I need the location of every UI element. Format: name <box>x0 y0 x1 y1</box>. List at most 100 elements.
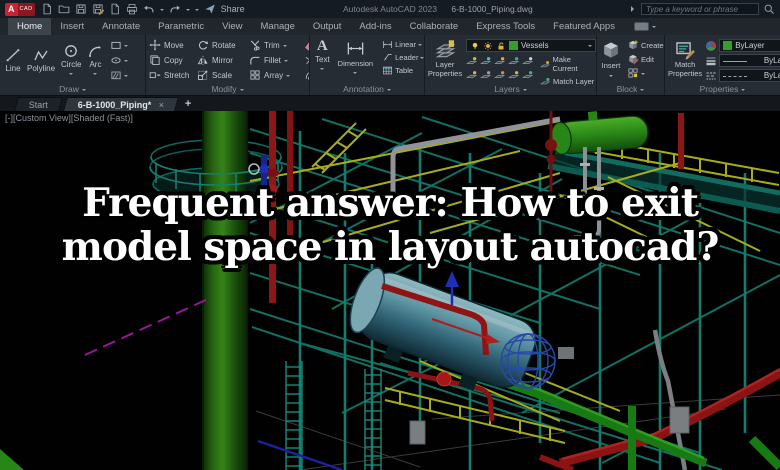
app-logo-sub: CAD <box>17 2 35 16</box>
copy-tool[interactable]: Copy <box>149 54 197 66</box>
linetype-sample <box>723 75 748 77</box>
layer-properties-button[interactable]: Layer Properties <box>428 39 462 78</box>
print-icon[interactable] <box>126 3 138 15</box>
linetype-control[interactable]: ByLayer <box>705 69 780 82</box>
create-block-button[interactable]: Create <box>627 39 664 51</box>
search-expand-caret[interactable] <box>631 6 637 12</box>
save-as-icon[interactable] <box>92 3 104 15</box>
annotation-panel-label[interactable]: Annotation <box>310 84 424 94</box>
properties-panel-label[interactable]: Properties <box>665 84 780 94</box>
tab-manage[interactable]: Manage <box>252 18 304 35</box>
modify-panel-label[interactable]: Modify <box>146 84 309 94</box>
fillet-tool[interactable]: Fillet <box>249 54 301 66</box>
line-tool[interactable]: Line <box>3 47 23 73</box>
layer-tool-icon[interactable] <box>466 55 478 67</box>
layer-tool-icon[interactable] <box>480 69 492 81</box>
help-search <box>631 3 775 15</box>
app-logo[interactable]: A CAD <box>5 2 35 16</box>
block-panel-label[interactable]: Block <box>597 84 664 94</box>
layer-tool-icon[interactable] <box>494 55 506 67</box>
tab-featured-apps[interactable]: Featured Apps <box>544 18 624 35</box>
undo-dropdown-caret[interactable] <box>159 8 164 13</box>
table-tool[interactable]: Table <box>382 65 424 76</box>
search-input[interactable] <box>641 3 759 15</box>
polyline-tool[interactable]: Polyline <box>25 47 57 73</box>
open-file-icon[interactable] <box>58 3 70 15</box>
edit-block-button[interactable]: Edit <box>627 53 664 65</box>
drawing-viewport[interactable] <box>0 111 780 470</box>
layer-tools-grid <box>466 55 535 81</box>
qat-customize-caret[interactable] <box>194 8 199 13</box>
ribbon-options-button[interactable] <box>633 18 656 35</box>
search-icon[interactable] <box>763 3 775 15</box>
stretch-tool[interactable]: Stretch <box>149 69 197 81</box>
file-tab-bar: Start 6-B-1000_Piping* × + <box>0 96 780 111</box>
scale-tool[interactable]: Scale <box>197 69 249 81</box>
layer-tool-icon[interactable] <box>508 55 520 67</box>
tab-home[interactable]: Home <box>8 18 52 35</box>
lineweight-control[interactable]: ByLayer <box>705 54 780 67</box>
file-tab-start[interactable]: Start <box>13 97 64 111</box>
drawing-area: [-][Custom View][Shaded (Fast)] Frequent… <box>0 111 780 470</box>
object-color-control[interactable]: ByLayer <box>705 39 780 52</box>
layer-unlock-icon <box>496 41 506 51</box>
file-tab-active-document[interactable]: 6-B-1000_Piping* × <box>63 97 179 111</box>
panel-layers: Layer Properties Vessels Make Current Ma… <box>425 35 597 95</box>
headline-overlay: Frequent answer: How to exit model space… <box>0 181 780 269</box>
circle-tool[interactable]: Circle <box>59 43 83 77</box>
layer-tool-icon[interactable] <box>466 69 478 81</box>
tab-insert[interactable]: Insert <box>51 18 93 35</box>
rectangle-tool[interactable] <box>110 39 129 51</box>
trim-tool[interactable]: Trim <box>249 39 301 51</box>
plot-icon[interactable] <box>109 3 121 15</box>
viewport-controls[interactable]: [-][Custom View][Shaded (Fast)] <box>5 113 133 123</box>
hatch-tool[interactable] <box>110 69 129 81</box>
text-tool[interactable]: A Text <box>313 39 332 72</box>
ribbon-options-icon <box>633 22 649 31</box>
mirror-tool[interactable]: Mirror <box>197 54 249 66</box>
match-properties-button[interactable]: Match Properties <box>668 39 702 78</box>
tab-collaborate[interactable]: Collaborate <box>401 18 468 35</box>
leader-tool[interactable]: Leader <box>382 52 424 63</box>
tab-express-tools[interactable]: Express Tools <box>467 18 544 35</box>
layer-tool-icon[interactable] <box>494 69 506 81</box>
layer-color-swatch <box>509 41 518 50</box>
layer-dropdown[interactable]: Vessels <box>466 39 596 52</box>
array-tool[interactable]: Array <box>249 69 301 81</box>
share-label[interactable]: Share <box>221 4 245 14</box>
save-icon[interactable] <box>75 3 87 15</box>
layer-tool-icon[interactable] <box>508 69 520 81</box>
close-tab-icon[interactable]: × <box>158 100 163 110</box>
layer-tool-icon[interactable] <box>522 69 534 81</box>
linear-dimension-tool[interactable]: Linear <box>382 39 424 50</box>
undo-icon[interactable] <box>143 3 155 15</box>
tab-view[interactable]: View <box>213 18 251 35</box>
headline-line2: model space in layout autocad? <box>61 224 720 271</box>
layers-panel-label[interactable]: Layers <box>425 84 596 94</box>
quick-access-toolbar: Share <box>41 3 245 15</box>
tab-output[interactable]: Output <box>304 18 351 35</box>
new-tab-button[interactable]: + <box>185 98 191 110</box>
window-title: Autodesk AutoCAD 2023 6-B-1000_Piping.dw… <box>251 4 625 14</box>
layer-tool-icon[interactable] <box>480 55 492 67</box>
panel-annotation: A Text Dimension Linear Leader Table Anno… <box>310 35 425 95</box>
tab-parametric[interactable]: Parametric <box>149 18 213 35</box>
ellipse-tool[interactable] <box>110 54 129 66</box>
redo-dropdown-caret[interactable] <box>185 8 190 13</box>
move-tool[interactable]: Move <box>149 39 197 51</box>
tab-add-ins[interactable]: Add-ins <box>350 18 400 35</box>
layer-tool-icon[interactable] <box>522 55 534 67</box>
redo-icon[interactable] <box>169 3 181 15</box>
draw-panel-label[interactable]: Draw <box>0 84 145 94</box>
new-file-icon[interactable] <box>41 3 53 15</box>
layer-name: Vessels <box>521 41 549 50</box>
tab-annotate[interactable]: Annotate <box>93 18 149 35</box>
arc-tool[interactable]: Arc <box>85 43 105 77</box>
share-icon[interactable] <box>204 3 216 15</box>
block-attributes-button[interactable] <box>627 67 664 79</box>
insert-block-button[interactable]: Insert <box>600 39 622 79</box>
dimension-tool[interactable]: Dimension <box>336 39 375 76</box>
text-tool-icon: A <box>316 38 328 54</box>
rotate-tool[interactable]: Rotate <box>197 39 249 51</box>
make-current-button[interactable]: Make Current <box>540 55 596 73</box>
